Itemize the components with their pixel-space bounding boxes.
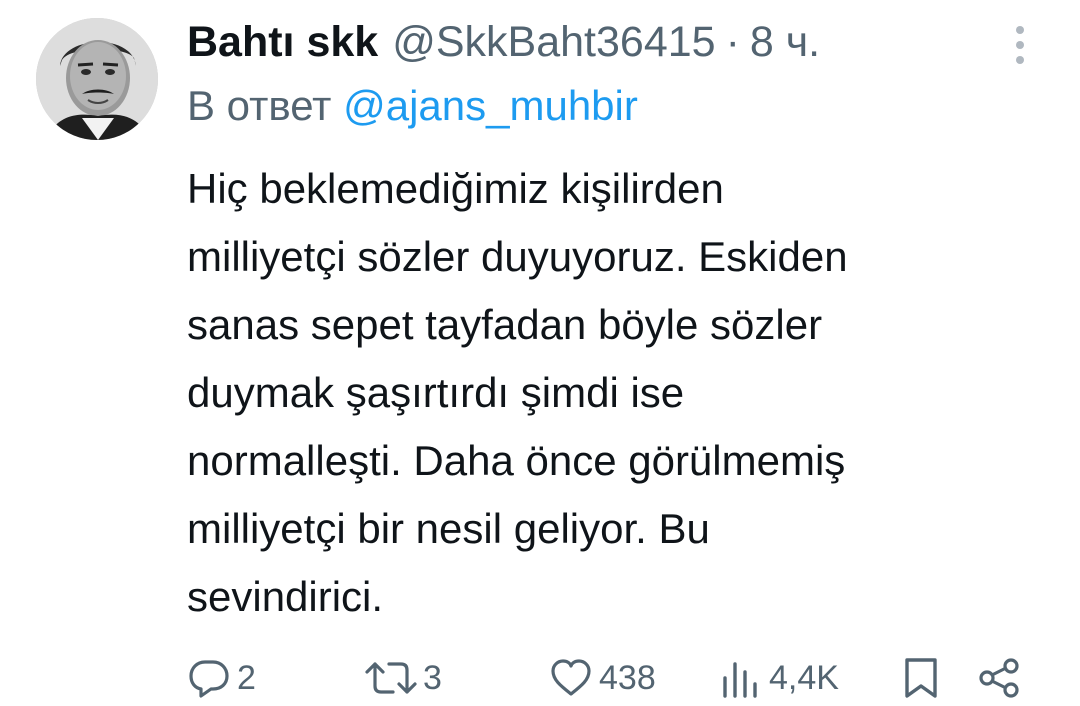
tweet-text: Hiç beklemediğimiz kişilirden milliyetçi…: [187, 155, 1047, 631]
bookmark-icon: [905, 658, 937, 698]
avatar[interactable]: [36, 18, 158, 140]
tweet-text-line: sanas sepet tayfadan böyle sözler: [187, 301, 823, 348]
reply-count: 2: [237, 658, 256, 697]
reply-button[interactable]: 2: [187, 650, 256, 706]
user-handle[interactable]: @SkkBaht36415: [392, 18, 715, 67]
more-vertical-icon: [1016, 26, 1024, 64]
tweet: Bahtı skk @SkkBaht36415 · 8 ч. В ответ @…: [0, 0, 1080, 706]
tweet-text-line: Hiç beklemediğimiz kişilirden: [187, 165, 724, 212]
tweet-header: Bahtı skk @SkkBaht36415 · 8 ч.: [187, 12, 820, 72]
like-count: 438: [599, 658, 656, 697]
retweet-count: 3: [423, 658, 442, 697]
tweet-text-line: sevindirici.: [187, 573, 384, 620]
share-icon: [979, 658, 1019, 698]
share-button[interactable]: [977, 650, 1023, 706]
bookmark-button[interactable]: [899, 650, 943, 706]
views-button[interactable]: 4,4K: [719, 650, 839, 706]
more-options-button[interactable]: [1005, 22, 1035, 68]
tweet-text-line: milliyetçi sözler duyuyoruz. Eskiden: [187, 233, 848, 280]
separator-dot: ·: [725, 17, 740, 66]
views-count: 4,4K: [769, 658, 839, 697]
tweet-text-line: milliyetçi bir nesil geliyor. Bu: [187, 505, 710, 552]
reply-icon: [189, 660, 229, 698]
views-icon: [723, 662, 757, 698]
timestamp[interactable]: 8 ч.: [750, 18, 820, 67]
tweet-text-line: duymak şaşırtırdı şimdi ise: [187, 369, 685, 416]
retweet-icon: [365, 662, 417, 694]
reply-context: В ответ @ajans_muhbir: [187, 82, 638, 130]
tweet-text-line: normalleşti. Daha önce görülmemiş: [187, 437, 846, 484]
action-bar: 2 3 438 4,4K: [187, 650, 1037, 706]
reply-mention-link[interactable]: @ajans_muhbir: [343, 82, 638, 129]
retweet-button[interactable]: 3: [365, 650, 442, 706]
like-button[interactable]: 438: [549, 650, 656, 706]
reply-prefix: В ответ: [187, 82, 332, 129]
heart-icon: [551, 659, 591, 696]
avatar-photo: [36, 18, 158, 140]
display-name[interactable]: Bahtı skk: [187, 18, 378, 67]
